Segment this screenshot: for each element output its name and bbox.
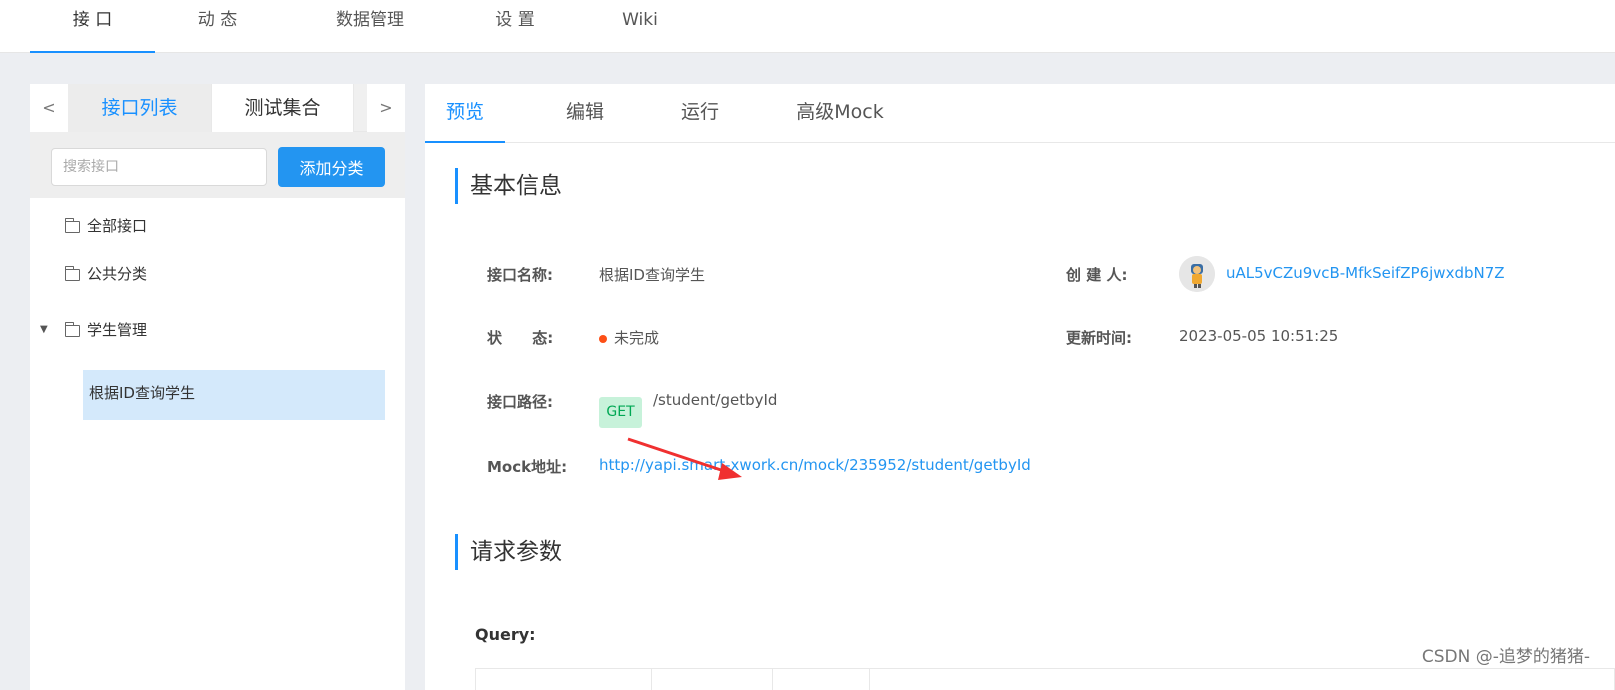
tree-item-public-category[interactable]: 公共分类 <box>64 259 148 289</box>
updated-label: 更新时间: <box>1066 329 1132 347</box>
tab-run[interactable]: 运行 <box>660 84 740 143</box>
user-avatar-icon <box>1179 256 1215 292</box>
tree-item-student-management[interactable]: ▼ 学生管理 <box>30 315 330 345</box>
nav-item-interface[interactable]: 接 口 <box>30 0 155 53</box>
section-title-basic-info: 基本信息 <box>455 168 562 204</box>
search-input[interactable] <box>51 148 267 186</box>
status-label: 状 态: <box>487 329 554 347</box>
mock-address-link[interactable]: http://yapi.smart-xwork.cn/mock/235952/s… <box>599 456 1031 474</box>
main-panel: 预览 编辑 运行 高级Mock 基本信息 接口名称: 根据ID查询学生 创 建 … <box>425 84 1615 690</box>
avatar[interactable] <box>1179 256 1215 292</box>
updated-value: 2023-05-05 10:51:25 <box>1179 327 1339 345</box>
caret-down-icon[interactable]: ▼ <box>40 315 48 345</box>
query-label: Query: <box>475 625 536 644</box>
method-badge: GET <box>599 397 642 428</box>
tab-preview[interactable]: 预览 <box>425 84 505 143</box>
nav-item-data-management[interactable]: 数据管理 <box>320 0 420 53</box>
tree-item-label: 全部接口 <box>87 217 148 235</box>
watermark: CSDN @-追梦的猪猪- <box>1421 647 1590 667</box>
status-text: 未完成 <box>614 329 660 347</box>
folder-icon <box>64 217 80 233</box>
folder-open-icon <box>64 321 80 337</box>
sidebar: < 接口列表 测试集合 > 添加分类 全部接口 公共分类 ▼ 学生管理 根据ID… <box>30 84 405 690</box>
sidebar-tabs: < 接口列表 测试集合 > <box>30 84 405 132</box>
interface-path-label: 接口路径: <box>487 393 553 411</box>
tab-interface-list[interactable]: 接口列表 <box>68 84 211 132</box>
add-category-button[interactable]: 添加分类 <box>278 147 385 187</box>
table-column <box>773 669 870 690</box>
tab-edit[interactable]: 编辑 <box>545 84 625 143</box>
tree-item-label: 学生管理 <box>87 321 148 339</box>
status-dot-icon <box>599 334 607 343</box>
tree-item-all-interfaces[interactable]: 全部接口 <box>64 211 148 241</box>
status-value: 未完成 <box>599 327 659 348</box>
tab-test-collection[interactable]: 测试集合 <box>211 84 354 132</box>
creator-label: 创 建 人: <box>1066 266 1128 284</box>
mock-address-label: Mock地址: <box>487 458 568 476</box>
interface-name-value: 根据ID查询学生 <box>599 266 705 284</box>
nav-item-settings[interactable]: 设 置 <box>470 0 560 53</box>
folder-open-icon <box>64 265 80 281</box>
query-params-table <box>475 668 1615 690</box>
tree-item-label: 公共分类 <box>87 265 148 283</box>
interface-path-value: /student/getbyId <box>653 391 778 409</box>
interface-name-label: 接口名称: <box>487 266 553 284</box>
table-column <box>476 669 652 690</box>
tree-item-content: 学生管理 <box>64 315 148 345</box>
tree-item-get-student-by-id[interactable]: 根据ID查询学生 <box>83 370 385 420</box>
creator-link[interactable]: uAL5vCZu9vcB-MfkSeifZP6jwxdbN7Z <box>1226 264 1505 282</box>
nav-item-activity[interactable]: 动 态 <box>165 0 270 53</box>
main-tabs: 预览 编辑 运行 高级Mock <box>425 84 1615 143</box>
search-bar: 添加分类 <box>30 132 405 198</box>
tabs-prev-arrow[interactable]: < <box>30 84 68 132</box>
top-nav: 接 口 动 态 数据管理 设 置 Wiki <box>0 0 1615 53</box>
tab-advanced-mock[interactable]: 高级Mock <box>775 84 905 143</box>
nav-item-wiki[interactable]: Wiki <box>595 0 685 53</box>
table-column <box>652 669 773 690</box>
tabs-next-arrow[interactable]: > <box>367 84 405 132</box>
section-title-request-params: 请求参数 <box>455 534 562 570</box>
